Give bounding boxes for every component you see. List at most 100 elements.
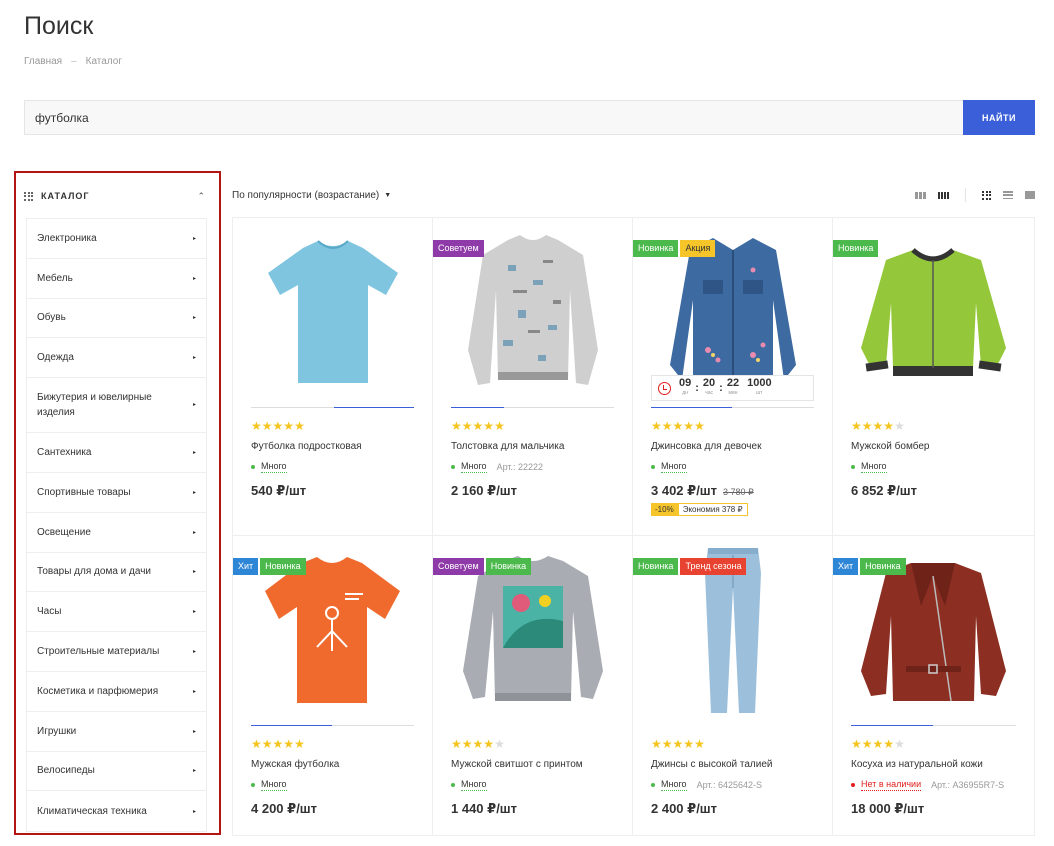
catalog-header[interactable]: КАТАЛОГ ⌃ — [16, 173, 219, 219]
sidebar-category-item[interactable]: Велосипеды ▸ — [27, 752, 206, 792]
product-card[interactable]: Новинка ★★★★★ Мужской бомбер Много 6 852… — [833, 218, 1034, 536]
timer-minutes: 22 — [726, 377, 740, 389]
search-form: НАЙТИ — [24, 100, 1035, 135]
availability-status[interactable]: Много — [261, 778, 287, 791]
product-name[interactable]: Мужской свитшот с принтом — [451, 758, 614, 771]
product-name[interactable]: Джинсовка для девочек — [651, 440, 814, 453]
timer-hours-label: час — [705, 390, 713, 396]
availability-status[interactable]: Много — [261, 460, 287, 473]
search-input[interactable] — [24, 100, 963, 135]
product-name[interactable]: Джинсы с высокой талией — [651, 758, 814, 771]
product-badge: Новинка — [860, 558, 906, 575]
rating-stars: ★★★★★ — [651, 737, 705, 751]
availability-status[interactable]: Много — [461, 778, 487, 791]
product-name[interactable]: Мужская футболка — [251, 758, 414, 771]
product-card[interactable]: Хит Новинка ★★★★★ Косуха из натуральной к… — [833, 536, 1034, 835]
sort-dropdown[interactable]: По популярности (возрастание) — [232, 190, 379, 201]
sidebar-category-item[interactable]: Бижутерия и ювелирные изделия ▸ — [27, 378, 206, 434]
category-label: Климатическая техника — [37, 805, 147, 817]
chevron-right-icon: ▸ — [192, 450, 196, 457]
category-label: Обувь — [37, 312, 66, 324]
sidebar-category-item[interactable]: Спортивные товары ▸ — [27, 473, 206, 513]
badges: Хит Новинка — [833, 558, 906, 575]
chevron-right-icon: ▸ — [192, 728, 196, 735]
product-name[interactable]: Мужской бомбер — [851, 440, 1016, 453]
catalog-title: КАТАЛОГ — [41, 191, 90, 201]
badges: Хит Новинка — [233, 558, 306, 575]
image-slider-indicator — [851, 725, 1016, 726]
category-label: Освещение — [37, 526, 91, 538]
list-view-icon[interactable] — [1003, 191, 1013, 199]
chevron-right-icon: ▸ — [192, 529, 196, 536]
availability-status[interactable]: Много — [661, 778, 687, 791]
availability-status[interactable]: Нет в наличии — [861, 778, 922, 791]
breadcrumb-catalog-link[interactable]: Каталог — [86, 56, 122, 67]
price-row: 4 200 ₽/шт — [251, 801, 414, 817]
price-row: 18 000 ₽/шт — [851, 801, 1016, 817]
badges: Новинка Акция — [633, 240, 716, 257]
status-dot-icon — [251, 782, 255, 787]
chevron-right-icon: ▸ — [192, 315, 196, 322]
sidebar-category-item[interactable]: Часы ▸ — [27, 592, 206, 633]
availability: Много — [851, 460, 1016, 473]
category-label: Часы — [37, 606, 62, 618]
sidebar-category-item[interactable]: Обувь ▸ — [27, 299, 206, 339]
product-badge: Советуем — [433, 240, 484, 257]
availability-status[interactable]: Много — [861, 460, 887, 473]
timer-days: 09 — [679, 377, 692, 389]
rating-stars: ★★★★★ — [651, 419, 705, 433]
caret-down-icon[interactable]: ▼ — [384, 192, 391, 199]
product-price: 18 000 ₽/шт — [851, 801, 925, 816]
product-card[interactable]: Новинка Акция 09 дн : 20 час : 22 мин 1000 шт… — [633, 218, 833, 536]
search-button[interactable]: НАЙТИ — [963, 100, 1035, 135]
sidebar-category-item[interactable]: Электроника ▸ — [27, 219, 206, 259]
product-card[interactable]: ★★★★★ Футболка подростковая Много 540 ₽/… — [233, 218, 433, 536]
availability-status[interactable]: Много — [661, 460, 687, 473]
breadcrumb-home-link[interactable]: Главная — [24, 56, 62, 67]
product-badge: Новинка — [260, 558, 306, 575]
availability: Много Арт.: 22222 — [451, 460, 614, 473]
category-label: Игрушки — [37, 725, 77, 737]
product-price: 3 402 ₽/шт — [651, 483, 718, 498]
product-card[interactable]: Хит Новинка ★★★★★ Мужская футболка Много … — [233, 536, 433, 835]
sidebar-category-item[interactable]: Сантехника ▸ — [27, 433, 206, 473]
timer-minutes-label: мин — [728, 390, 738, 396]
sidebar-category-item[interactable]: Климатическая техника ▸ — [27, 791, 206, 831]
product-price: 6 852 ₽/шт — [851, 483, 918, 498]
grid-3-columns-icon[interactable] — [915, 191, 926, 199]
article-number: Арт.: 6425642-S — [696, 779, 763, 790]
price-row: 6 852 ₽/шт — [851, 483, 1016, 499]
price-row: 540 ₽/шт — [251, 483, 414, 499]
grid-icon — [24, 191, 33, 201]
status-dot-icon — [451, 782, 455, 787]
availability: Много — [251, 778, 414, 791]
table-view-icon[interactable] — [1025, 191, 1035, 199]
sidebar-category-item[interactable]: Строительные материалы ▸ — [27, 632, 206, 672]
product-card[interactable]: Советуем Новинка ★★★★★ Мужской свитшот с … — [433, 536, 633, 835]
availability-status[interactable]: Много — [461, 460, 487, 473]
product-name[interactable]: Футболка подростковая — [251, 440, 414, 453]
chevron-up-icon[interactable]: ⌃ — [197, 191, 205, 202]
grid-4-columns-icon[interactable] — [938, 191, 949, 199]
product-name[interactable]: Косуха из натуральной кожи — [851, 758, 1016, 771]
breadcrumb: Главная – Каталог — [24, 56, 122, 67]
product-price: 2 160 ₽/шт — [451, 483, 518, 498]
tile-view-icon[interactable] — [982, 190, 991, 200]
product-card[interactable]: Новинка Тренд сезона ★★★★★ Джинсы с высок… — [633, 536, 833, 835]
badges: Новинка Тренд сезона — [633, 558, 747, 575]
breadcrumb-separator: – — [71, 56, 77, 67]
sidebar-category-item[interactable]: Игрушки ▸ — [27, 712, 206, 752]
sidebar-category-item[interactable]: Мебель ▸ — [27, 259, 206, 299]
price-row: 2 400 ₽/шт — [651, 801, 814, 817]
product-name[interactable]: Толстовка для мальчика — [451, 440, 614, 453]
product-card[interactable]: Советуем ★★★★★ Толстовка для мальчика Мн… — [433, 218, 633, 536]
sidebar-category-item[interactable]: Одежда ▸ — [27, 338, 206, 379]
product-image[interactable] — [251, 218, 414, 407]
timer-quantity: 1000 — [747, 377, 772, 389]
sidebar-category-item[interactable]: Косметика и парфюмерия ▸ — [27, 672, 206, 712]
rating-stars: ★★★★★ — [251, 737, 305, 751]
image-slider-indicator — [451, 407, 614, 408]
sidebar-category-item[interactable]: Товары для дома и дачи ▸ — [27, 553, 206, 593]
image-slider-indicator — [651, 407, 814, 408]
sidebar-category-item[interactable]: Освещение ▸ — [27, 513, 206, 553]
